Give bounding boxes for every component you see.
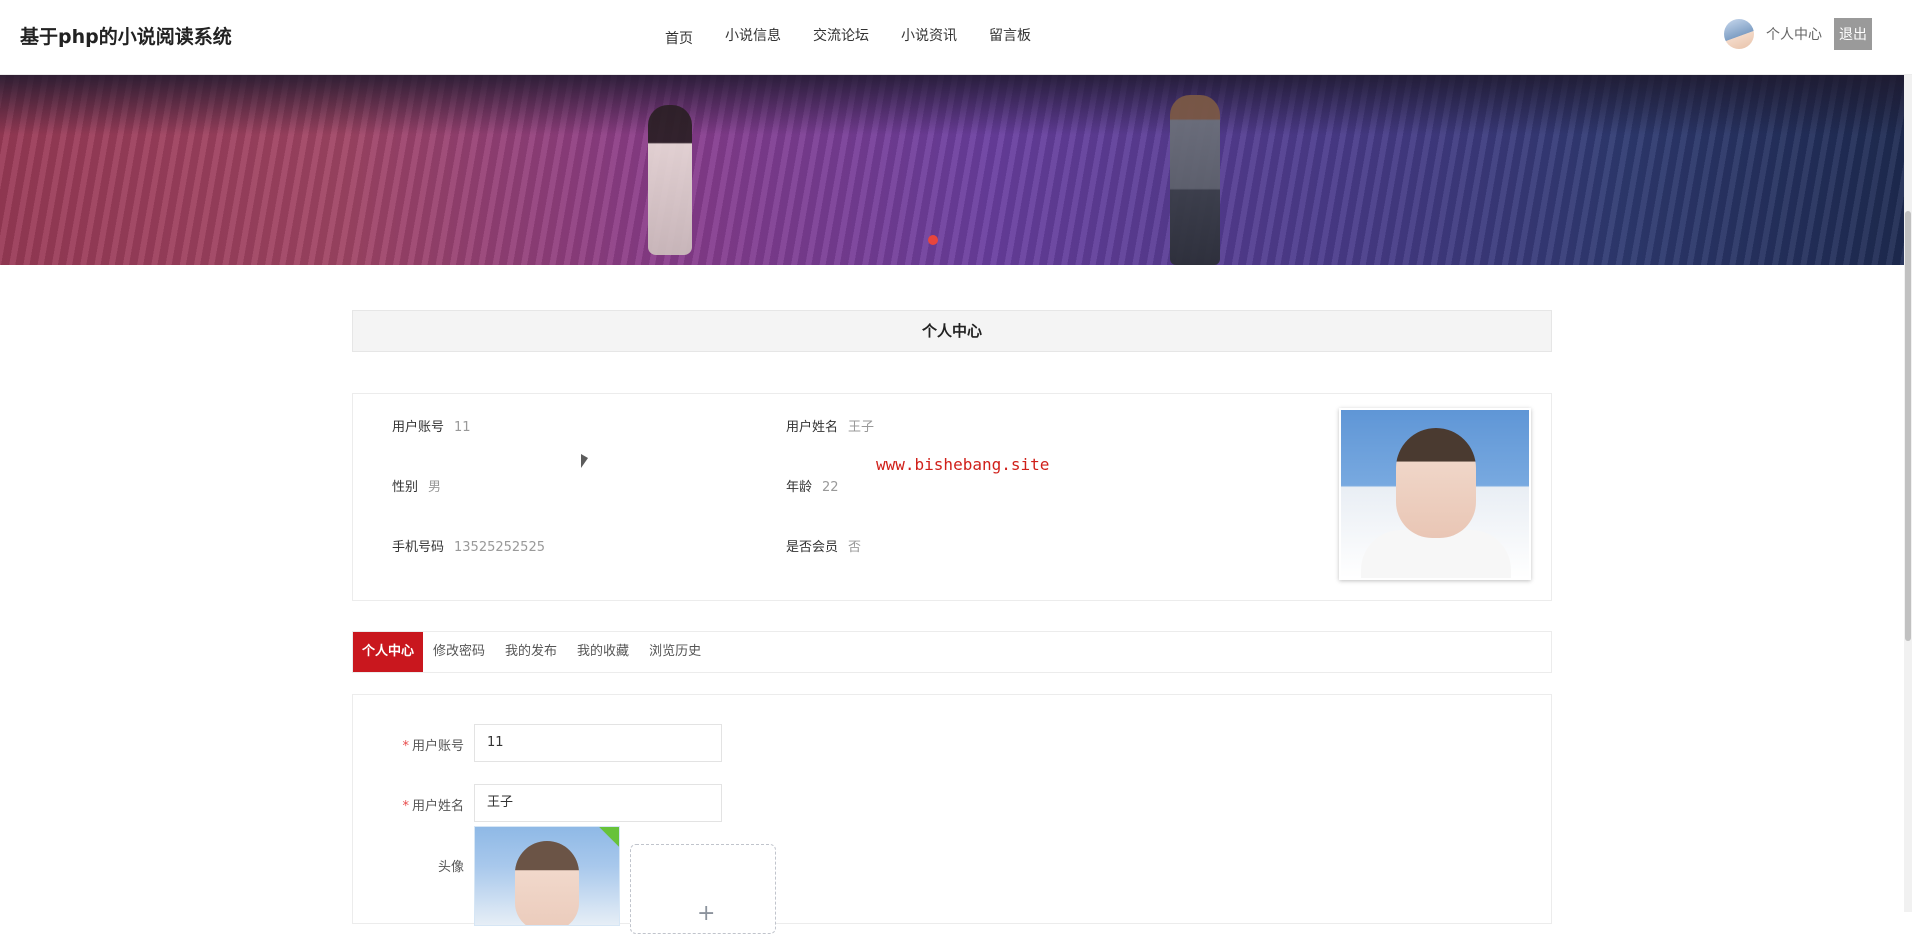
info-account-label: 用户账号 bbox=[392, 420, 445, 435]
nav-message-board[interactable]: 留言板 bbox=[989, 25, 1031, 48]
info-account-value: 11 bbox=[454, 420, 471, 435]
account-input[interactable]: 11 bbox=[474, 724, 722, 762]
banner-figure-man bbox=[1170, 95, 1220, 265]
scrollbar-thumb[interactable] bbox=[1905, 211, 1911, 641]
banner-sky bbox=[0, 75, 1904, 135]
nav-novel-news[interactable]: 小说资讯 bbox=[901, 25, 957, 48]
page-scrollbar[interactable] bbox=[1904, 75, 1912, 912]
form-name-label: * 用户姓名 bbox=[372, 795, 464, 814]
form-account-label-text: 用户账号 bbox=[411, 739, 464, 754]
info-account: 用户账号 11 bbox=[392, 416, 471, 435]
form-avatar-label: 头像 bbox=[437, 860, 464, 875]
required-mark: * bbox=[402, 739, 409, 754]
user-avatar[interactable] bbox=[1724, 19, 1754, 49]
page-title: 个人中心 bbox=[352, 310, 1552, 352]
nav-home[interactable]: 首页 bbox=[665, 28, 693, 48]
info-gender: 性别男 bbox=[392, 476, 441, 495]
info-age: 年龄 22 bbox=[786, 476, 839, 495]
form-name-label-text: 用户姓名 bbox=[411, 799, 464, 814]
carousel-indicator-dot[interactable] bbox=[928, 235, 938, 245]
top-header: 基于php的小说阅读系统 首页 小说信息 交流论坛 小说资讯 留言板 个人中心 … bbox=[0, 0, 1912, 75]
banner-figure-woman bbox=[648, 105, 692, 255]
logout-button[interactable]: 退出 bbox=[1834, 18, 1872, 50]
tab-browse-history[interactable]: 浏览历史 bbox=[639, 632, 711, 672]
form-account-label: * 用户账号 bbox=[372, 735, 464, 754]
required-mark: * bbox=[402, 799, 409, 814]
user-center-link[interactable]: 个人中心 bbox=[1766, 24, 1822, 44]
avatar-upload-button[interactable]: + bbox=[630, 844, 776, 934]
upload-success-check-icon bbox=[599, 827, 619, 847]
info-name-label: 用户姓名 bbox=[786, 420, 839, 435]
tab-profile[interactable]: 个人中心 bbox=[353, 632, 424, 672]
uploaded-avatar-thumbnail[interactable] bbox=[474, 826, 620, 926]
site-title[interactable]: 基于php的小说阅读系统 bbox=[20, 22, 232, 49]
info-phone-label: 手机号码 bbox=[392, 540, 445, 555]
info-vip: 是否会员否 bbox=[786, 536, 861, 555]
plus-icon: + bbox=[697, 901, 716, 926]
tab-my-posts[interactable]: 我的发布 bbox=[495, 632, 567, 672]
main-nav: 首页 小说信息 交流论坛 小说资讯 留言板 bbox=[665, 25, 1063, 48]
tab-change-password[interactable]: 修改密码 bbox=[423, 632, 495, 672]
thumbnail-face bbox=[515, 841, 579, 925]
nav-forum[interactable]: 交流论坛 bbox=[813, 25, 869, 48]
watermark-text: www.bishebang.site bbox=[876, 455, 1050, 474]
tab-my-favorites[interactable]: 我的收藏 bbox=[567, 632, 639, 672]
user-area: 个人中心 退出 bbox=[1724, 18, 1872, 50]
profile-photo bbox=[1339, 408, 1531, 580]
info-vip-value: 否 bbox=[848, 540, 862, 555]
info-age-value: 22 bbox=[822, 480, 839, 495]
nav-novel-info[interactable]: 小说信息 bbox=[725, 25, 781, 48]
photo-face bbox=[1396, 428, 1476, 538]
info-name-value: 王子 bbox=[848, 420, 875, 435]
name-input[interactable]: 王子 bbox=[474, 784, 722, 822]
info-phone-value: 13525252525 bbox=[454, 540, 545, 555]
info-gender-label: 性别 bbox=[392, 480, 419, 495]
info-vip-label: 是否会员 bbox=[786, 540, 839, 555]
info-gender-value: 男 bbox=[428, 480, 442, 495]
info-phone: 手机号码 13525252525 bbox=[392, 536, 545, 555]
info-age-label: 年龄 bbox=[786, 480, 813, 495]
info-name: 用户姓名 王子 bbox=[786, 416, 874, 435]
profile-tabs: 个人中心 修改密码 我的发布 我的收藏 浏览历史 bbox=[352, 631, 1552, 673]
hero-banner bbox=[0, 75, 1904, 265]
mouse-cursor-icon bbox=[581, 454, 588, 468]
